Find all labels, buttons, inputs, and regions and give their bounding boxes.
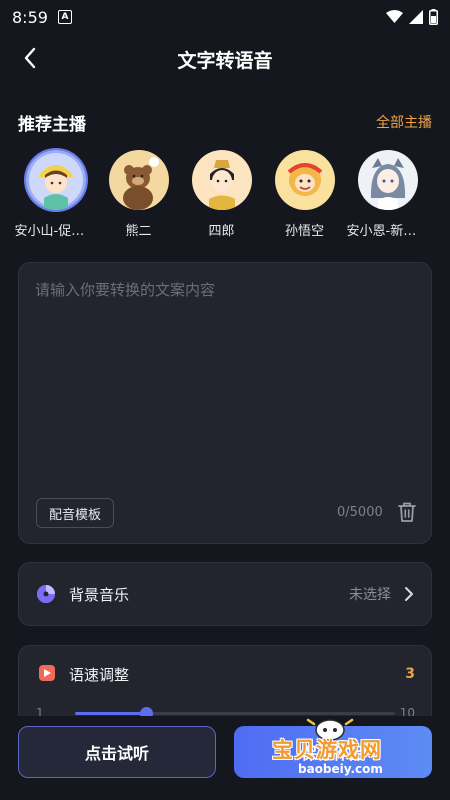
status-time: 8:59 [12,7,48,27]
battery-icon [429,9,438,25]
all-anchors-link[interactable]: 全部主播 [376,112,432,132]
background-music-label: 背景音乐 [69,585,130,604]
speed-label: 语速调整 [69,666,130,684]
dubbing-template-button[interactable]: 配音模板 [36,498,115,528]
chevron-right-icon [405,587,413,601]
anchor-name: 熊二 [125,224,152,239]
speed-slider[interactable] [75,707,395,720]
text-editor-card: 配音模板 0/5000 [18,262,432,544]
chevron-left-icon [24,47,36,69]
preview-listen-button[interactable]: 点击试听 [18,726,216,778]
background-music-row[interactable]: 背景音乐 未选择 [18,562,432,626]
clear-text-button[interactable] [395,499,419,525]
bear-avatar [108,150,169,210]
char-count: 0/5000 [337,505,383,520]
speed-icon [39,665,55,681]
anchor-name: 安小山-促销... [14,224,97,239]
anchor-name: 四郎 [208,224,235,239]
notification-icon: A [57,10,72,24]
bottom-action-bar: 点击试听 保存作品 [0,716,450,800]
anchor-name: 安小恩-新闻... [346,224,429,239]
trash-icon [398,502,416,522]
status-bar: 8:59 A [0,0,450,34]
monkey-king-avatar [274,150,335,210]
slider-fill [75,712,147,715]
prince-avatar [191,150,252,210]
boy-yellow-hat-avatar [25,150,86,210]
anchor-item[interactable]: 孙悟空 [263,150,346,242]
music-disc-icon [37,585,55,603]
anchor-name: 孙悟空 [284,224,324,239]
anchor-list: 安小山-促销... 熊二 四郎 孙悟空 安小恩-新闻... [14,150,444,242]
recommend-title: 推荐主播 [18,114,86,135]
recommend-header: 推荐主播 全部主播 [18,108,432,136]
wifi-icon [386,10,403,23]
anchor-item[interactable]: 熊二 [97,150,180,242]
text-input[interactable] [35,279,415,479]
signal-icon [409,10,423,24]
back-button[interactable] [14,42,46,74]
anchor-item[interactable]: 安小山-促销... [14,150,97,242]
anchor-item[interactable]: 安小恩-新闻... [346,150,429,242]
save-work-button[interactable]: 保存作品 [234,726,432,778]
anime-girl-avatar [357,150,418,210]
background-music-value: 未选择 [349,587,391,603]
speed-value: 3 [405,666,415,682]
app-header: 文字转语音 [0,34,450,84]
anchor-item[interactable]: 四郎 [180,150,263,242]
page-title: 文字转语音 [177,49,273,72]
status-icons [386,9,438,25]
